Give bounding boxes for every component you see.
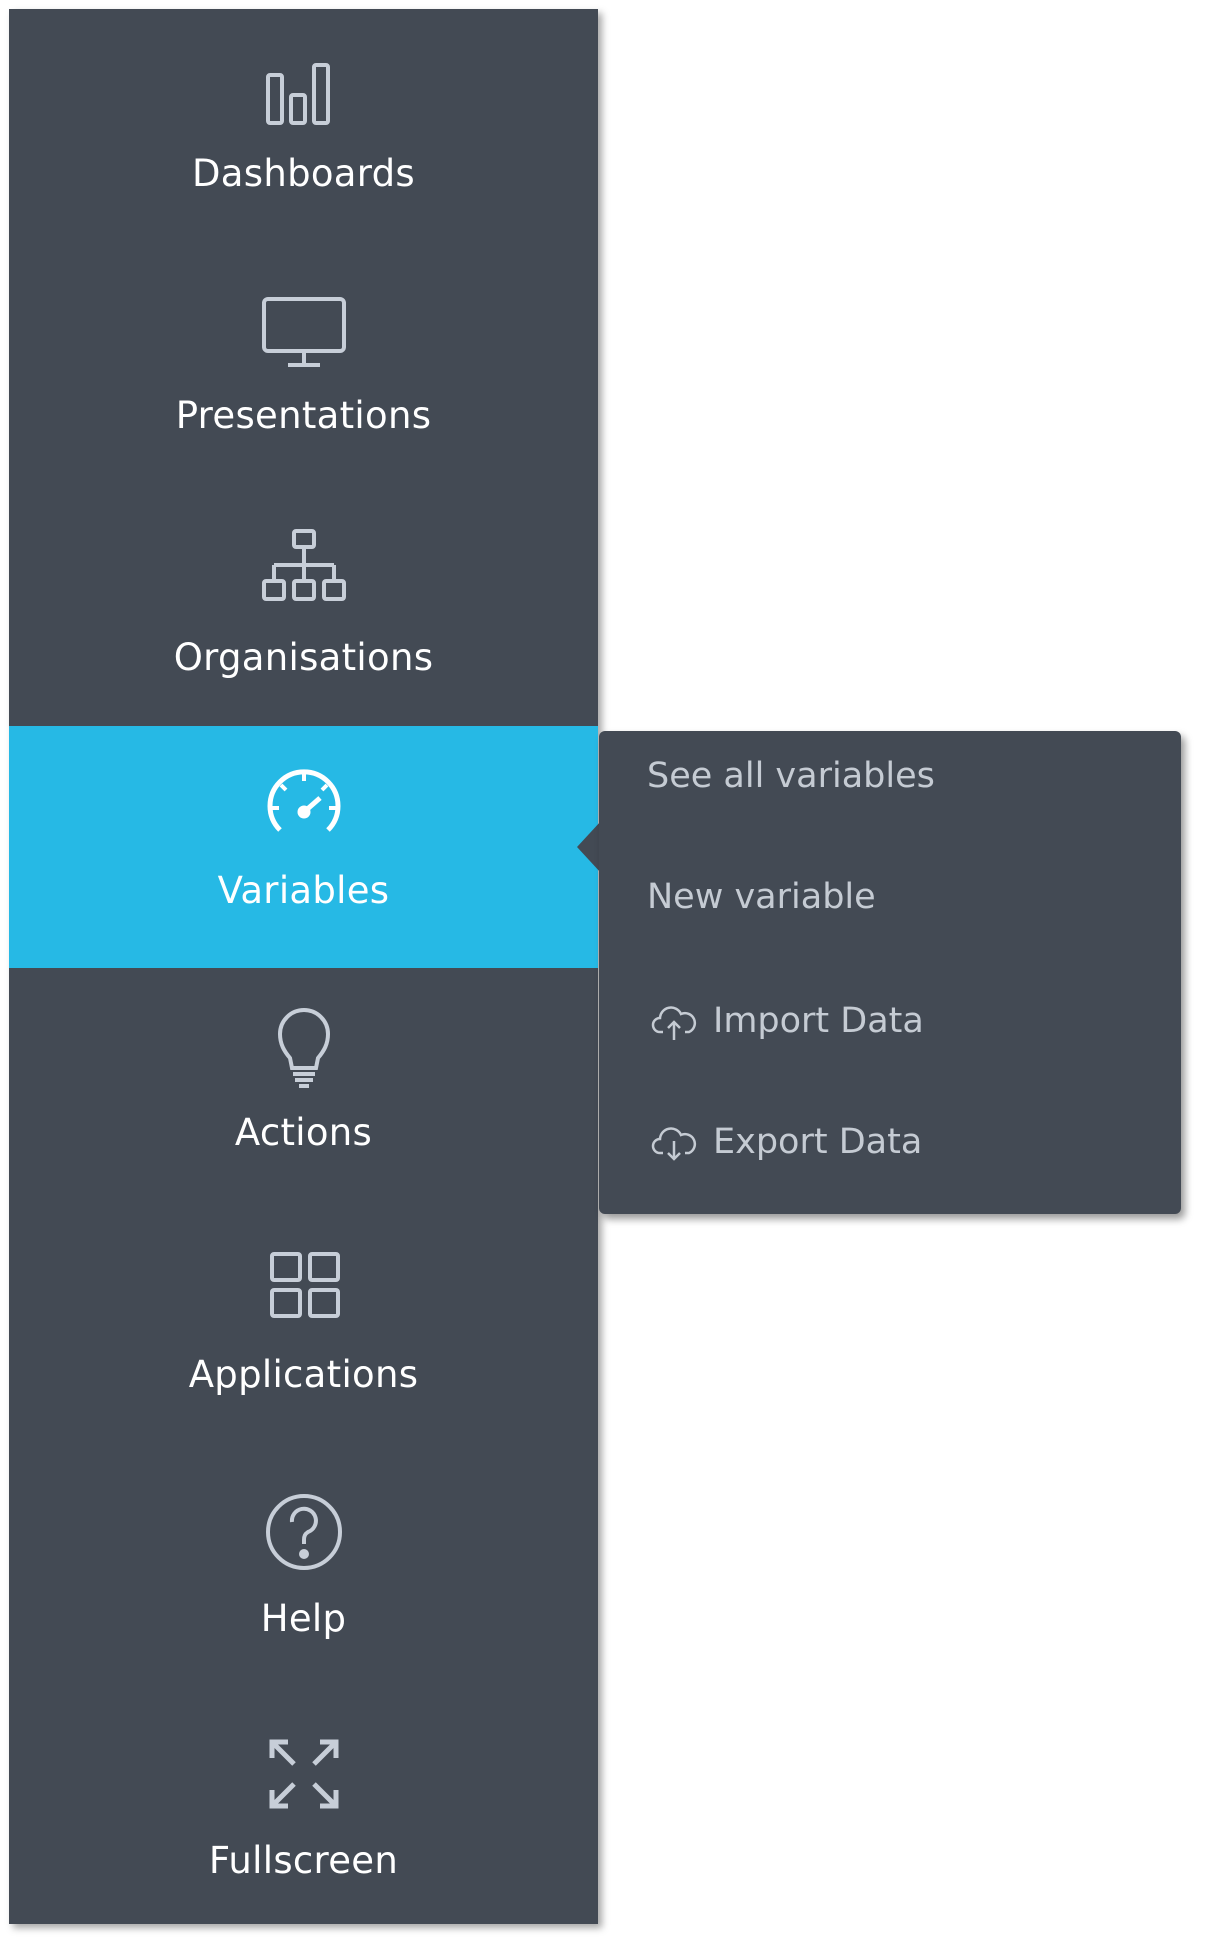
sidebar-item-label: Presentations: [175, 394, 432, 437]
sidebar-item-fullscreen[interactable]: Fullscreen: [9, 1696, 598, 1938]
cloud-upload-icon: [651, 1002, 697, 1042]
sidebar-item-applications[interactable]: Applications: [9, 1210, 598, 1452]
cloud-download-icon: [651, 1123, 697, 1163]
sidebar-item-dashboards[interactable]: Dashboards: [9, 9, 598, 251]
sidebar-item-label: Fullscreen: [208, 1839, 399, 1882]
bar-chart-icon: [254, 37, 354, 137]
sidebar-item-presentations[interactable]: Presentations: [9, 251, 598, 493]
submenu-item-label: See all variables: [647, 756, 935, 796]
sidebar-item-organisations[interactable]: Organisations: [9, 493, 598, 735]
expand-arrows-icon: [254, 1724, 354, 1824]
sidebar-item-label: Variables: [217, 869, 390, 912]
sidebar-item-variables[interactable]: Variables: [9, 726, 598, 968]
variables-submenu: See all variables New variable Import Da…: [599, 731, 1181, 1214]
sidebar-item-label: Dashboards: [191, 152, 415, 195]
sidebar-item-actions[interactable]: Actions: [9, 968, 598, 1210]
submenu-item-new-variable[interactable]: New variable: [599, 852, 1181, 952]
submenu-item-see-all-variables[interactable]: See all variables: [599, 731, 1181, 831]
sidebar-nav: Dashboards Presentations Organisations V…: [9, 9, 598, 1924]
monitor-icon: [254, 279, 354, 379]
submenu-item-label: Import Data: [713, 1001, 924, 1041]
submenu-pointer: [577, 821, 601, 873]
sidebar-item-label: Help: [260, 1597, 347, 1640]
org-chart-icon: [254, 521, 354, 621]
sidebar-item-help[interactable]: Help: [9, 1454, 598, 1696]
submenu-item-label: New variable: [647, 877, 876, 917]
speedometer-icon: [254, 754, 354, 854]
submenu-item-export-data[interactable]: Export Data: [599, 1097, 1181, 1197]
grid-icon: [254, 1238, 354, 1338]
submenu-item-import-data[interactable]: Import Data: [599, 976, 1181, 1076]
sidebar-item-label: Applications: [188, 1353, 419, 1396]
sidebar-item-label: Actions: [234, 1111, 373, 1154]
question-circle-icon: [254, 1482, 354, 1582]
sidebar-item-label: Organisations: [173, 636, 434, 679]
lightbulb-icon: [254, 996, 354, 1096]
submenu-item-label: Export Data: [713, 1122, 923, 1162]
